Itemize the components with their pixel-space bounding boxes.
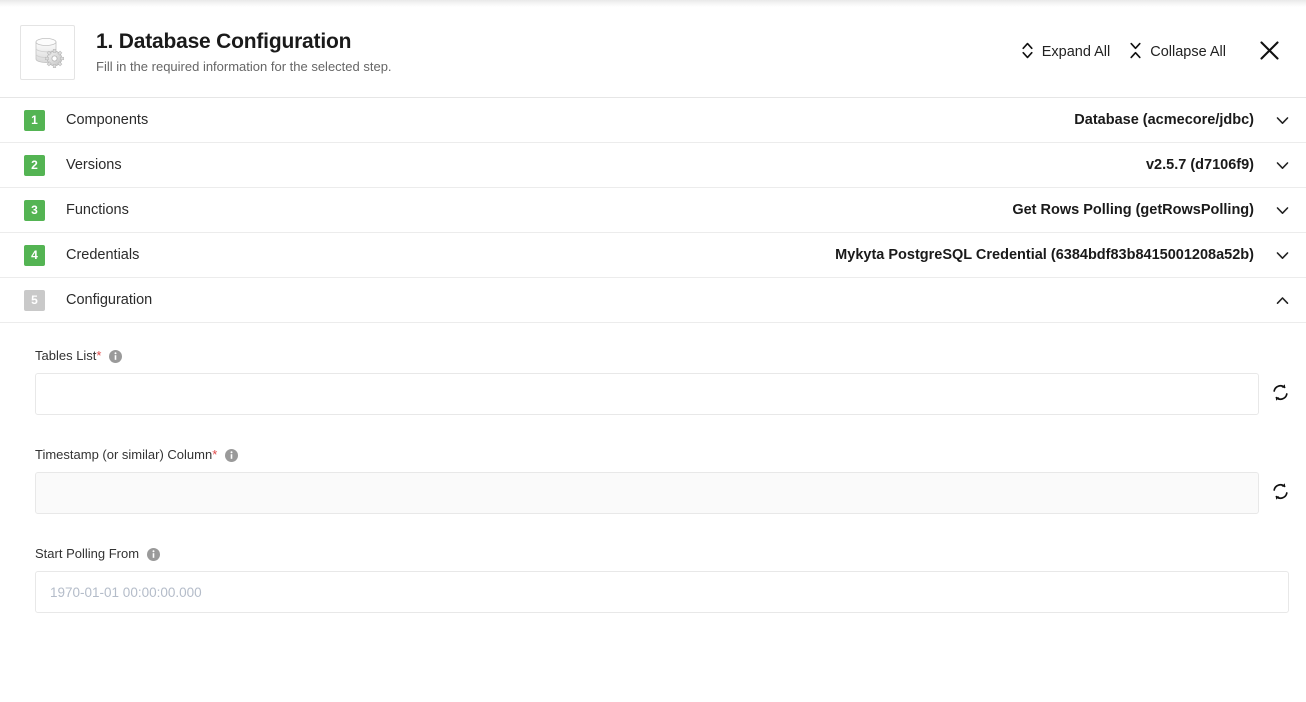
step-value-credentials: Mykyta PostgreSQL Credential (6384bdf83b… <box>835 247 1254 263</box>
required-asterisk: * <box>96 347 102 363</box>
tables-list-select-row <box>35 373 1291 415</box>
page-title: 1. Database Configuration <box>96 29 352 53</box>
header-text-group: 1. Database Configuration Fill in the re… <box>96 29 1012 76</box>
step-badge-2: 2 <box>24 154 45 176</box>
page-subtitle: Fill in the required information for the… <box>96 58 392 74</box>
collapse-all-button[interactable]: Collapse All <box>1120 36 1236 69</box>
step-value-functions: Get Rows Polling (getRowsPolling) <box>1012 202 1254 218</box>
step-value-components: Database (acmecore/jdbc) <box>1074 112 1254 128</box>
database-gear-icon <box>20 24 75 80</box>
required-asterisk: * <box>212 446 218 462</box>
chevron-down-icon[interactable] <box>1274 202 1290 218</box>
field-timestamp-column: Timestamp (or similar) Column * <box>35 447 1291 514</box>
step-badge-3: 3 <box>24 199 45 221</box>
step-label-components: Components <box>66 112 149 128</box>
step-label-versions: Versions <box>66 157 122 173</box>
step-row-versions[interactable]: 2 Versions v2.5.7 (d7106f9) <box>0 143 1306 188</box>
timestamp-column-select[interactable] <box>35 472 1259 514</box>
refresh-timestamp-column-button[interactable] <box>1269 482 1291 504</box>
step-value-versions: v2.5.7 (d7106f9) <box>1145 157 1254 173</box>
expand-all-label: Expand All <box>1041 44 1111 60</box>
timestamp-column-select-row <box>35 472 1291 514</box>
step-label-credentials: Credentials <box>66 247 140 263</box>
step-row-credentials[interactable]: 4 Credentials Mykyta PostgreSQL Credenti… <box>0 233 1306 278</box>
field-tables-list: Tables List * <box>35 348 1291 415</box>
expand-vertical-icon <box>1022 42 1033 63</box>
step-row-configuration[interactable]: 5 Configuration <box>0 278 1306 323</box>
step-label-functions: Functions <box>66 202 129 218</box>
configuration-panel: Tables List * Timestamp (or similar) Col… <box>0 323 1306 702</box>
chevron-down-icon[interactable] <box>1274 112 1290 128</box>
refresh-tables-list-button[interactable] <box>1269 383 1291 405</box>
expand-all-button[interactable]: Expand All <box>1012 36 1121 69</box>
label-timestamp-column: Timestamp (or similar) Column * <box>35 447 1291 463</box>
tables-list-select[interactable] <box>35 373 1259 415</box>
info-icon[interactable] <box>225 448 239 462</box>
field-start-polling-from: Start Polling From <box>35 546 1289 613</box>
collapse-all-label: Collapse All <box>1150 44 1226 60</box>
label-tables-list: Tables List * <box>35 348 1291 364</box>
header-actions: Expand All Collapse All <box>1012 35 1290 69</box>
start-polling-from-input[interactable] <box>35 571 1289 613</box>
step-row-functions[interactable]: 3 Functions Get Rows Polling (getRowsPol… <box>0 188 1306 233</box>
step-badge-4: 4 <box>24 244 45 266</box>
wizard-steps-accordion: 1 Components Database (acmecore/jdbc) 2 … <box>0 98 1306 323</box>
info-icon[interactable] <box>147 547 161 561</box>
chevron-up-icon[interactable] <box>1274 292 1290 308</box>
dialog-header: 1. Database Configuration Fill in the re… <box>0 7 1306 98</box>
info-icon[interactable] <box>109 349 123 363</box>
chevron-down-icon[interactable] <box>1274 247 1290 263</box>
label-start-polling-from: Start Polling From <box>35 546 1289 562</box>
step-label-configuration: Configuration <box>66 292 153 308</box>
collapse-vertical-icon <box>1130 42 1141 63</box>
window-top-shadow <box>0 0 1306 7</box>
step-badge-5: 5 <box>24 289 45 311</box>
close-icon <box>1259 40 1280 64</box>
label-text: Timestamp (or similar) Column <box>35 447 213 462</box>
refresh-icon <box>1271 383 1290 405</box>
step-badge-1: 1 <box>24 109 45 131</box>
step-row-components[interactable]: 1 Components Database (acmecore/jdbc) <box>0 98 1306 143</box>
close-button[interactable] <box>1252 35 1286 69</box>
label-text: Tables List <box>35 348 97 363</box>
refresh-icon <box>1271 482 1290 504</box>
chevron-down-icon[interactable] <box>1274 157 1290 173</box>
database-configuration-dialog: 1. Database Configuration Fill in the re… <box>0 0 1306 702</box>
label-text: Start Polling From <box>35 546 140 561</box>
